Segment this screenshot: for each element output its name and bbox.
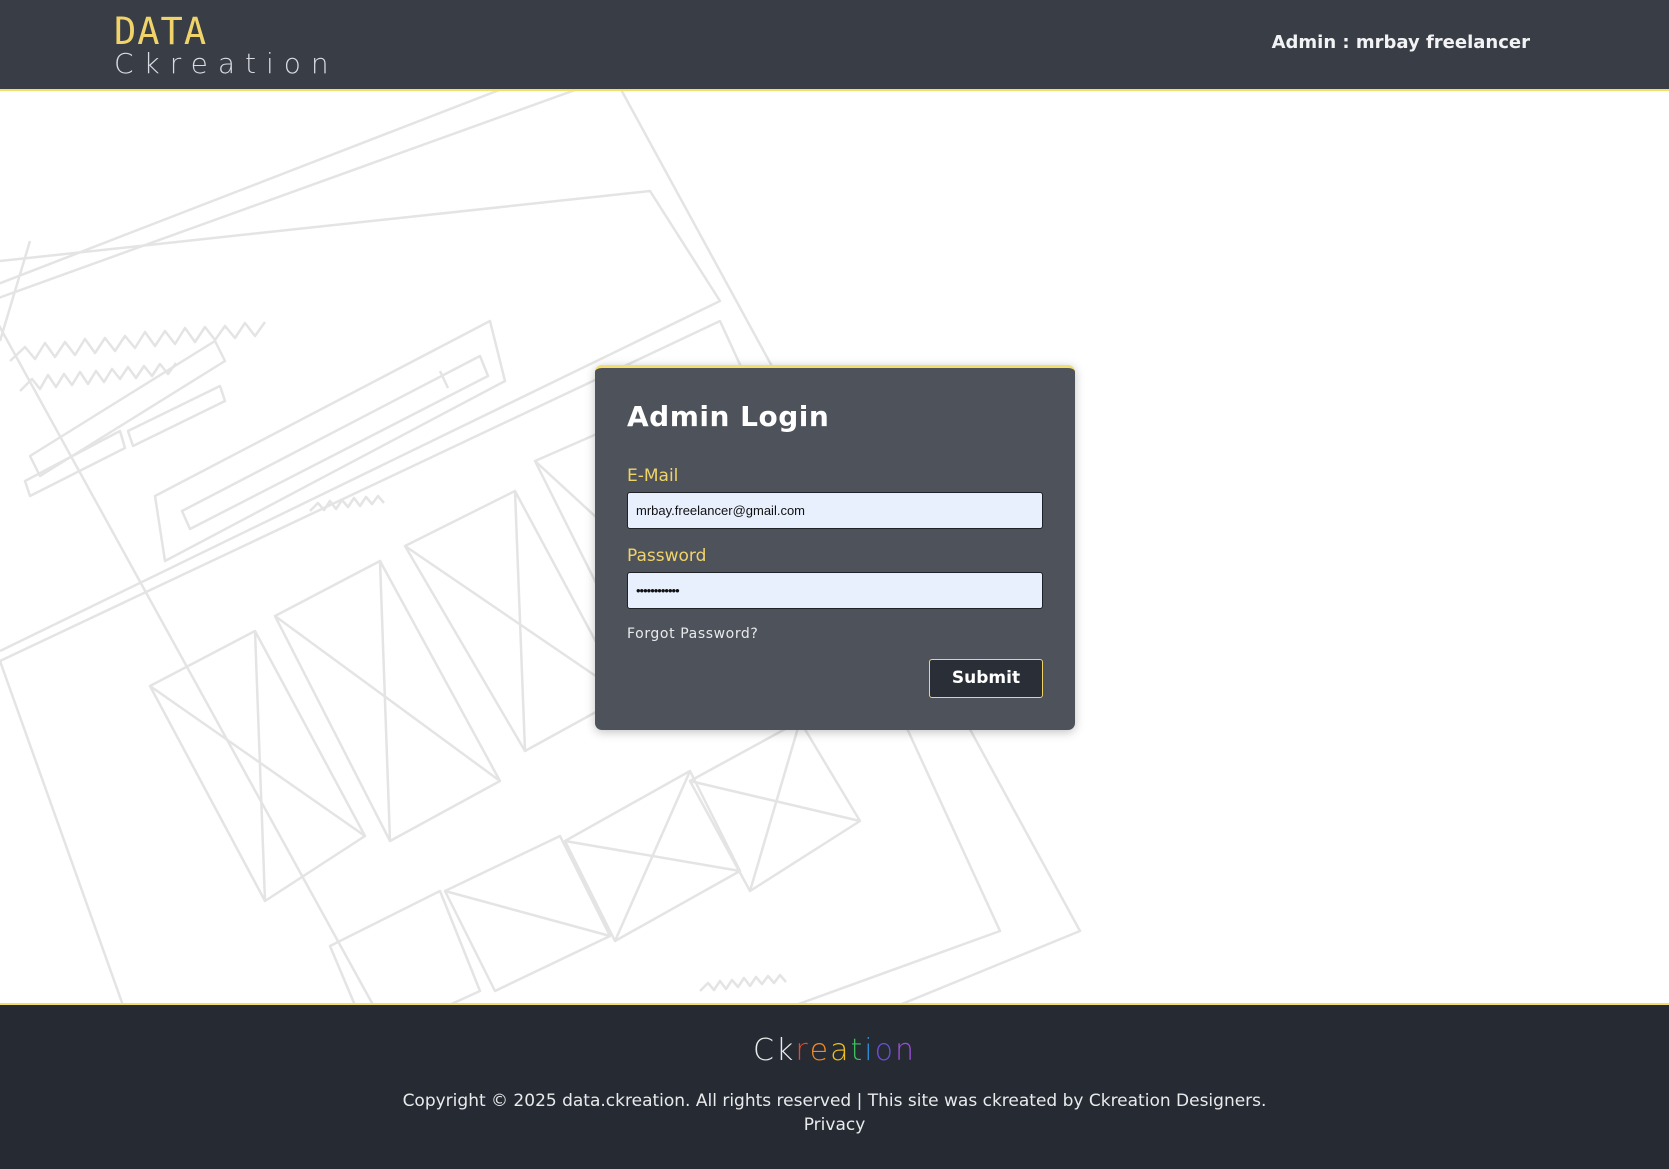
submit-button[interactable]: Submit [929, 659, 1043, 698]
footer-logo-letter: r [795, 1033, 810, 1068]
site-logo[interactable]: DATA Ckreation [114, 10, 339, 80]
footer-logo-letter: n [894, 1033, 916, 1068]
login-card: Admin Login E-Mail mrbay.freelancer@gmai… [595, 365, 1075, 730]
password-input[interactable]: •••••••••••• [627, 572, 1043, 609]
forgot-password-link[interactable]: Forgot Password? [627, 626, 758, 642]
footer-ckreation-logo[interactable]: Ckreation [0, 1033, 1669, 1068]
site-header: DATA Ckreation Admin : mrbay freelancer [0, 0, 1669, 91]
email-input[interactable]: mrbay.freelancer@gmail.com [627, 492, 1043, 529]
admin-login-page: DATA Ckreation Admin : mrbay freelancer [0, 0, 1669, 1169]
email-label: E-Mail [627, 466, 679, 486]
footer-logo-letter: C [752, 1033, 776, 1068]
footer-logo-letter: i [864, 1033, 875, 1068]
password-label: Password [627, 546, 707, 566]
privacy-link[interactable]: Privacy [0, 1115, 1669, 1135]
logo-data-text: DATA [114, 10, 208, 53]
footer-logo-letter: e [809, 1033, 831, 1068]
footer-logo-letter: t [850, 1033, 865, 1068]
footer-logo-letter: k [775, 1033, 796, 1068]
logo-ckreation-text: Ckreation [114, 47, 339, 80]
site-footer: Ckreation Copyright © 2025 data.ckreatio… [0, 1003, 1669, 1169]
footer-logo-letter: a [830, 1033, 851, 1068]
copyright-text: Copyright © 2025 data.ckreation. All rig… [402, 1091, 1267, 1111]
login-title: Admin Login [627, 400, 830, 433]
admin-user-label: Admin : mrbay freelancer [1271, 32, 1530, 53]
footer-logo-letter: o [874, 1033, 895, 1068]
